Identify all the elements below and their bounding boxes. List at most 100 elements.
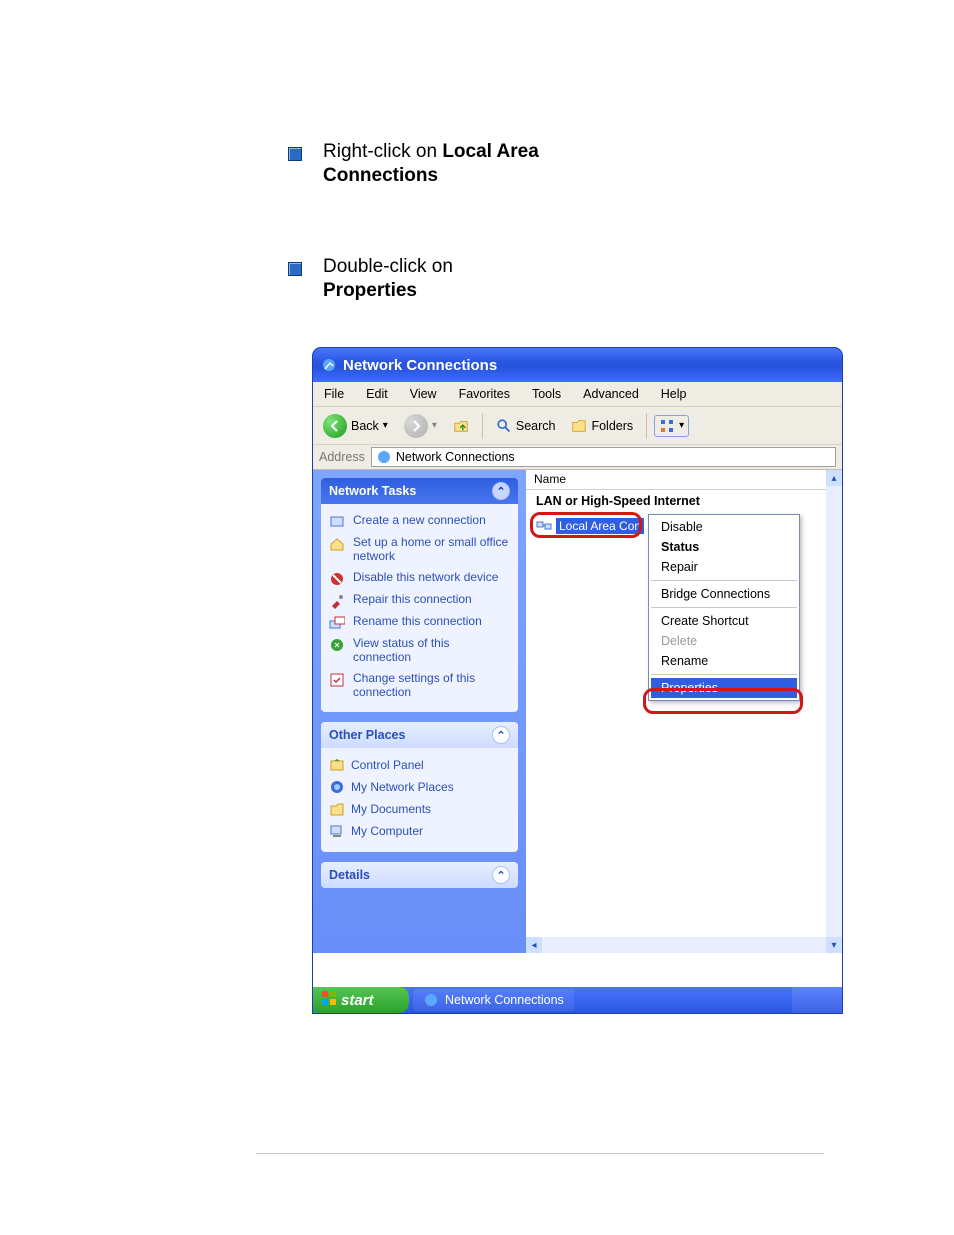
folder-up-icon — [453, 418, 469, 434]
instruction-bold: Properties — [323, 280, 417, 301]
instruction-step-2: Double-click on Properties — [323, 255, 603, 303]
ctx-rename[interactable]: Rename — [651, 651, 797, 671]
menu-view[interactable]: View — [399, 387, 448, 401]
place-my-computer[interactable]: My Computer — [329, 820, 510, 842]
sidepane: Network Tasks ⌃ Create a new connection … — [313, 470, 526, 953]
ctx-status[interactable]: Status — [651, 537, 797, 557]
task-label: Repair this connection — [353, 592, 472, 606]
panel-head-other-places[interactable]: Other Places ⌃ — [321, 722, 518, 748]
ctx-separator — [651, 580, 797, 581]
task-label: Disable this network device — [353, 570, 498, 584]
network-connections-window: Network Connections File Edit View Favor… — [313, 348, 842, 1013]
system-tray[interactable] — [792, 987, 842, 1013]
instruction-text: Right-click on — [323, 141, 442, 162]
scroll-down-icon[interactable]: ▾ — [826, 937, 842, 953]
task-disable-device[interactable]: Disable this network device — [329, 567, 510, 589]
address-label: Address — [319, 450, 365, 464]
back-button[interactable]: Back ▾ — [317, 412, 394, 440]
group-header-lan: LAN or High-Speed Internet — [526, 490, 842, 512]
taskbar-tab-label: Network Connections — [445, 993, 564, 1007]
rename-icon — [329, 615, 345, 631]
views-button[interactable]: ▾ — [654, 415, 689, 437]
search-button[interactable]: Search — [490, 416, 562, 436]
menu-edit[interactable]: Edit — [355, 387, 399, 401]
place-label: My Network Places — [351, 780, 454, 794]
task-repair[interactable]: Repair this connection — [329, 589, 510, 611]
forward-button[interactable]: ▾ — [398, 412, 443, 440]
back-icon — [323, 414, 347, 438]
panel-head-details[interactable]: Details ⌃ — [321, 862, 518, 888]
repair-icon — [329, 593, 345, 609]
start-label: start — [341, 992, 374, 1009]
panel-title: Network Tasks — [329, 484, 416, 498]
expand-icon[interactable]: ⌃ — [492, 866, 510, 884]
place-label: My Computer — [351, 824, 423, 838]
task-status[interactable]: View status of this connection — [329, 633, 510, 668]
bullet-icon — [288, 262, 302, 276]
toolbar: Back ▾ ▾ Search — [313, 407, 842, 445]
instruction-bold-line2: Connections — [323, 165, 438, 186]
task-change-settings[interactable]: Change settings of this connection — [329, 668, 510, 703]
place-control-panel[interactable]: Control Panel — [329, 754, 510, 776]
place-my-documents[interactable]: My Documents — [329, 798, 510, 820]
details-panel: Details ⌃ — [321, 862, 518, 888]
back-dropdown-icon[interactable]: ▾ — [383, 420, 388, 431]
scroll-up-icon[interactable]: ▴ — [826, 470, 842, 486]
taskbar-tab-network-connections[interactable]: Network Connections — [413, 989, 574, 1011]
network-connections-icon — [423, 992, 439, 1008]
control-panel-icon — [329, 757, 345, 773]
forward-dropdown-icon[interactable]: ▾ — [432, 420, 437, 431]
menubar: File Edit View Favorites Tools Advanced … — [313, 382, 842, 407]
menu-tools[interactable]: Tools — [521, 387, 572, 401]
task-label: Rename this connection — [353, 614, 482, 628]
ctx-disable[interactable]: Disable — [651, 517, 797, 537]
status-icon — [329, 637, 345, 653]
toolbar-separator — [482, 413, 483, 439]
vertical-scrollbar[interactable]: ▴ ▾ — [826, 470, 842, 953]
address-bar: Address Network Connections — [313, 445, 842, 470]
other-places-panel: Other Places ⌃ Control Panel My Network … — [321, 722, 518, 852]
search-label: Search — [516, 419, 556, 433]
task-create-connection[interactable]: Create a new connection — [329, 510, 510, 532]
panel-title: Other Places — [329, 728, 405, 742]
folders-label: Folders — [591, 419, 633, 433]
address-field[interactable]: Network Connections — [371, 447, 836, 467]
horizontal-scrollbar[interactable]: ◂ — [526, 937, 826, 953]
folders-icon — [571, 418, 587, 434]
settings-icon — [329, 672, 345, 688]
collapse-icon[interactable]: ⌃ — [492, 726, 510, 744]
page-divider — [256, 1153, 824, 1154]
network-connections-icon — [321, 357, 337, 373]
window-title: Network Connections — [343, 357, 497, 374]
panel-title: Details — [329, 868, 370, 882]
search-icon — [496, 418, 512, 434]
titlebar[interactable]: Network Connections — [313, 348, 842, 382]
ctx-properties[interactable]: Properties — [651, 678, 797, 698]
task-rename[interactable]: Rename this connection — [329, 611, 510, 633]
menu-favorites[interactable]: Favorites — [448, 387, 521, 401]
ctx-repair[interactable]: Repair — [651, 557, 797, 577]
up-button[interactable] — [447, 416, 475, 436]
folders-button[interactable]: Folders — [565, 416, 639, 436]
menu-help[interactable]: Help — [650, 387, 698, 401]
disable-icon — [329, 571, 345, 587]
ctx-separator — [651, 607, 797, 608]
scroll-left-icon[interactable]: ◂ — [526, 937, 542, 953]
ctx-bridge[interactable]: Bridge Connections — [651, 584, 797, 604]
item-label: Local Area Con — [556, 518, 644, 534]
local-area-connection-item[interactable]: Local Area Con — [536, 518, 644, 534]
start-button[interactable]: start — [313, 987, 409, 1013]
collapse-icon[interactable]: ⌃ — [492, 482, 510, 500]
menu-file[interactable]: File — [313, 387, 355, 401]
panel-head-network-tasks[interactable]: Network Tasks ⌃ — [321, 478, 518, 504]
place-label: My Documents — [351, 802, 431, 816]
column-header-name[interactable]: Name — [526, 470, 842, 490]
taskbar: start Network Connections — [313, 987, 842, 1013]
ctx-create-shortcut[interactable]: Create Shortcut — [651, 611, 797, 631]
place-network-places[interactable]: My Network Places — [329, 776, 510, 798]
views-dropdown-icon[interactable]: ▾ — [679, 420, 684, 431]
connection-icon — [536, 518, 552, 534]
menu-advanced[interactable]: Advanced — [572, 387, 650, 401]
task-setup-network[interactable]: Set up a home or small office network — [329, 532, 510, 567]
content-pane: Name LAN or High-Speed Internet Local Ar… — [526, 470, 842, 953]
